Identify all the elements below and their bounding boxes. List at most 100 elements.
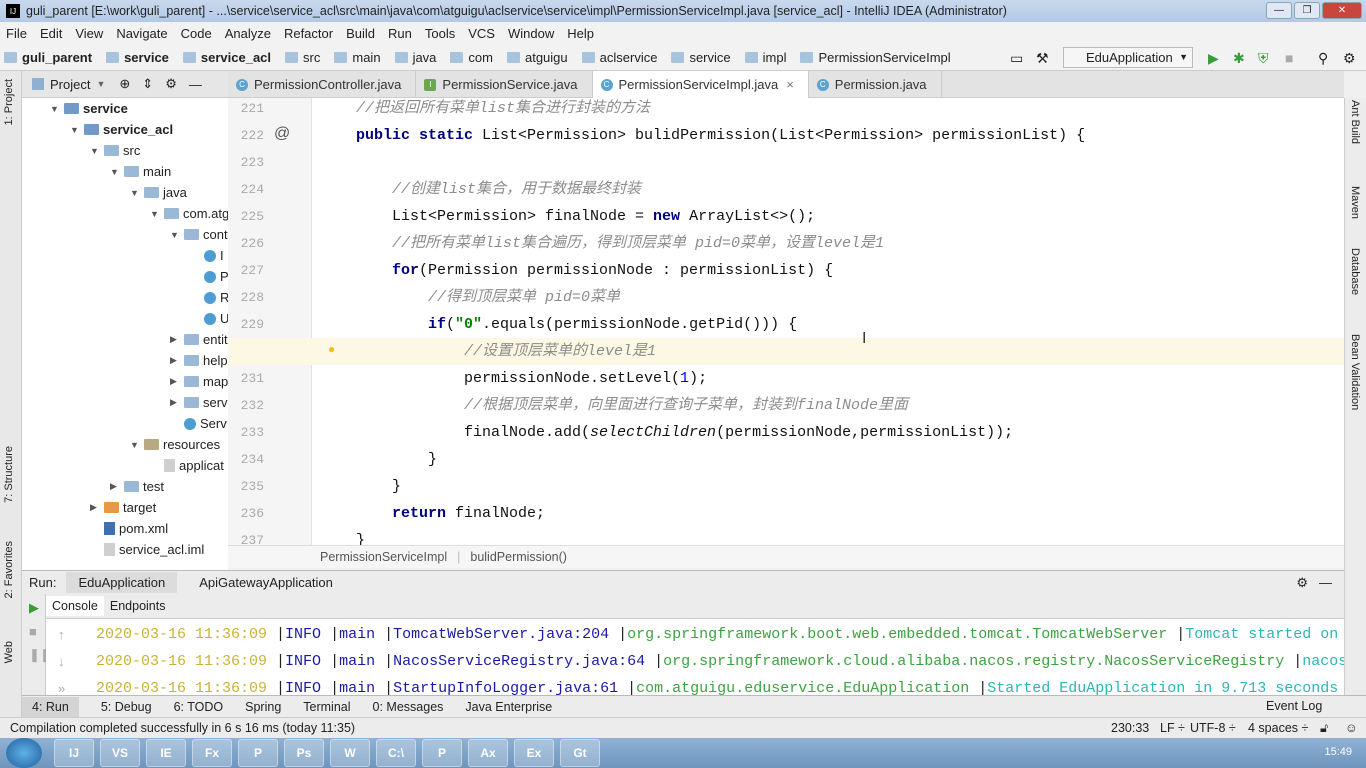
tree-node-test[interactable]: ▶ test (110, 476, 164, 497)
nav-crumb[interactable]: atguigu (506, 50, 568, 65)
tree-node-map[interactable]: ▶ map (170, 371, 228, 392)
expanded-arrow-icon[interactable]: ▼ (50, 104, 64, 114)
tree-node-applicat[interactable]: applicat (150, 455, 224, 476)
caret-position[interactable]: 230:33 (1111, 721, 1149, 735)
expanded-arrow-icon[interactable]: ▼ (150, 209, 164, 219)
tree-node-cont[interactable]: ▼ cont (170, 224, 228, 245)
start-button[interactable] (6, 738, 42, 768)
tree-node-target[interactable]: ▶ target (90, 497, 156, 518)
clock[interactable]: 15:49 (1324, 746, 1352, 758)
tool-tab-terminal[interactable]: Terminal (303, 700, 350, 714)
tree-node-help[interactable]: ▶ help (170, 350, 228, 371)
tab-permissionserviceimpl[interactable]: C PermissionServiceImpl.java × (592, 71, 809, 98)
tool-tab-spring[interactable]: Spring (245, 700, 281, 714)
event-log-button[interactable]: Event Log (1266, 699, 1322, 713)
taskbar-app[interactable]: Fx (192, 739, 232, 767)
tree-node-pom-xml[interactable]: pom.xml (90, 518, 168, 539)
build-hammer-icon[interactable]: ⚒ (1036, 50, 1049, 67)
stop-icon[interactable]: ■ (22, 616, 45, 639)
favorites-tool-button[interactable]: 2: Favorites (3, 541, 15, 598)
taskbar-app[interactable]: Ps (284, 739, 324, 767)
gear-icon[interactable]: ⚙ (165, 76, 177, 92)
nav-crumb[interactable]: guli_parent (4, 50, 92, 65)
tab-permissioncontroller[interactable]: C PermissionController.java (228, 71, 417, 98)
taskbar-app[interactable]: W (330, 739, 370, 767)
inspector-icon[interactable]: ☺ (1345, 721, 1358, 735)
down-arrow-icon[interactable]: ↓ (58, 654, 65, 669)
menu-navigate[interactable]: Navigate (116, 26, 167, 41)
ant-build-tool-button[interactable]: Ant Build (1349, 100, 1361, 144)
indent-setting[interactable]: 4 spaces ÷ (1248, 721, 1308, 735)
tool-tab-todo[interactable]: 6: TODO (174, 700, 224, 714)
menu-vcs[interactable]: VCS (468, 26, 495, 41)
tree-node-resources[interactable]: ▼ resources (130, 434, 220, 455)
collapsed-arrow-icon[interactable]: ▶ (170, 355, 184, 366)
taskbar-app[interactable]: C:\ (376, 739, 416, 767)
settings-icon[interactable]: ⚙ (1343, 50, 1356, 67)
maximize-button[interactable]: ❐ (1294, 2, 1320, 19)
collapsed-arrow-icon[interactable]: ▶ (110, 481, 124, 492)
nav-crumb[interactable]: com (450, 50, 493, 65)
intention-bulb-icon[interactable]: ● (328, 342, 335, 356)
hide-icon[interactable]: — (189, 77, 202, 92)
run-icon[interactable]: ▶ (1208, 50, 1219, 67)
tree-node-service-acl-iml[interactable]: service_acl.iml (90, 539, 204, 560)
menu-analyze[interactable]: Analyze (225, 26, 271, 41)
tool-tab-debug[interactable]: 5: Debug (101, 700, 152, 714)
nav-crumb[interactable]: aclservice (581, 50, 657, 65)
nav-crumb[interactable]: service (106, 50, 169, 65)
layout-icon[interactable]: ▭ (1010, 50, 1023, 67)
taskbar-app[interactable]: P (422, 739, 462, 767)
taskbar-app[interactable]: IJ (54, 739, 94, 767)
tree-node-src[interactable]: ▼ src (90, 140, 140, 161)
tree-node-java[interactable]: ▼ java (130, 182, 187, 203)
override-marker-icon[interactable]: @ (274, 125, 290, 143)
menu-help[interactable]: Help (567, 26, 594, 41)
tree-node-main[interactable]: ▼ main (110, 161, 171, 182)
endpoints-tab[interactable]: Endpoints (104, 596, 172, 616)
tree-node-u[interactable]: U (190, 308, 228, 329)
breadcrumb-method[interactable]: bulidPermission() (470, 550, 567, 564)
tree-node-service-acl[interactable]: ▼ service_acl (70, 119, 173, 140)
web-tool-button[interactable]: Web (3, 641, 15, 663)
expanded-arrow-icon[interactable]: ▼ (90, 146, 104, 156)
search-icon[interactable]: ⚲ (1318, 50, 1328, 67)
status-message[interactable]: Compilation completed successfully in 6 … (10, 721, 355, 735)
run-tab-apigateway[interactable]: ApiGatewayApplication (187, 572, 345, 593)
nav-crumb[interactable]: service_acl (182, 50, 271, 65)
expanded-arrow-icon[interactable]: ▼ (70, 125, 84, 135)
tree-node-serv[interactable]: ▶ serv (170, 392, 228, 413)
breadcrumb-class[interactable]: PermissionServiceImpl (320, 550, 447, 564)
chevron-down-icon[interactable]: ▼ (96, 79, 105, 89)
expanded-arrow-icon[interactable]: ▼ (130, 188, 144, 198)
tab-permission[interactable]: C Permission.java (809, 71, 942, 98)
tree-node-p[interactable]: P (190, 266, 228, 287)
taskbar-app[interactable]: Gt (560, 739, 600, 767)
rerun-icon[interactable]: ▶ (22, 594, 45, 616)
tree-node-service[interactable]: ▼ service (50, 98, 128, 119)
expanded-arrow-icon[interactable]: ▼ (110, 167, 124, 177)
collapsed-arrow-icon[interactable]: ▶ (170, 334, 184, 345)
tree-node-r[interactable]: R (190, 287, 228, 308)
tool-tab-run[interactable]: 4: Run (22, 696, 79, 717)
menu-tools[interactable]: Tools (425, 26, 455, 41)
console-output[interactable]: 2020-03-16 11:36:09 |INFO |main |TomcatW… (46, 619, 1344, 695)
menu-edit[interactable]: Edit (40, 26, 62, 41)
menu-file[interactable]: File (6, 26, 27, 41)
debug-icon[interactable]: ✱ (1233, 50, 1245, 67)
menu-view[interactable]: View (75, 26, 103, 41)
collapse-all-icon[interactable]: ⇕ (142, 76, 153, 92)
project-tool-button[interactable]: 1: Project (3, 79, 15, 125)
taskbar-app[interactable]: IE (146, 739, 186, 767)
taskbar-app[interactable]: VS (100, 739, 140, 767)
file-encoding[interactable]: UTF-8 ÷ (1190, 721, 1236, 735)
console-tab[interactable]: Console (46, 596, 104, 616)
tool-tab-messages[interactable]: 0: Messages (373, 700, 444, 714)
more-icon[interactable]: » (58, 681, 65, 695)
tree-node-com-atg[interactable]: ▼ com.atg (150, 203, 228, 224)
menu-refactor[interactable]: Refactor (284, 26, 333, 41)
nav-crumb[interactable]: java (394, 50, 436, 65)
menu-build[interactable]: Build (346, 26, 375, 41)
collapsed-arrow-icon[interactable]: ▶ (170, 376, 184, 387)
tab-permissionservice[interactable]: I PermissionService.java (416, 71, 593, 98)
